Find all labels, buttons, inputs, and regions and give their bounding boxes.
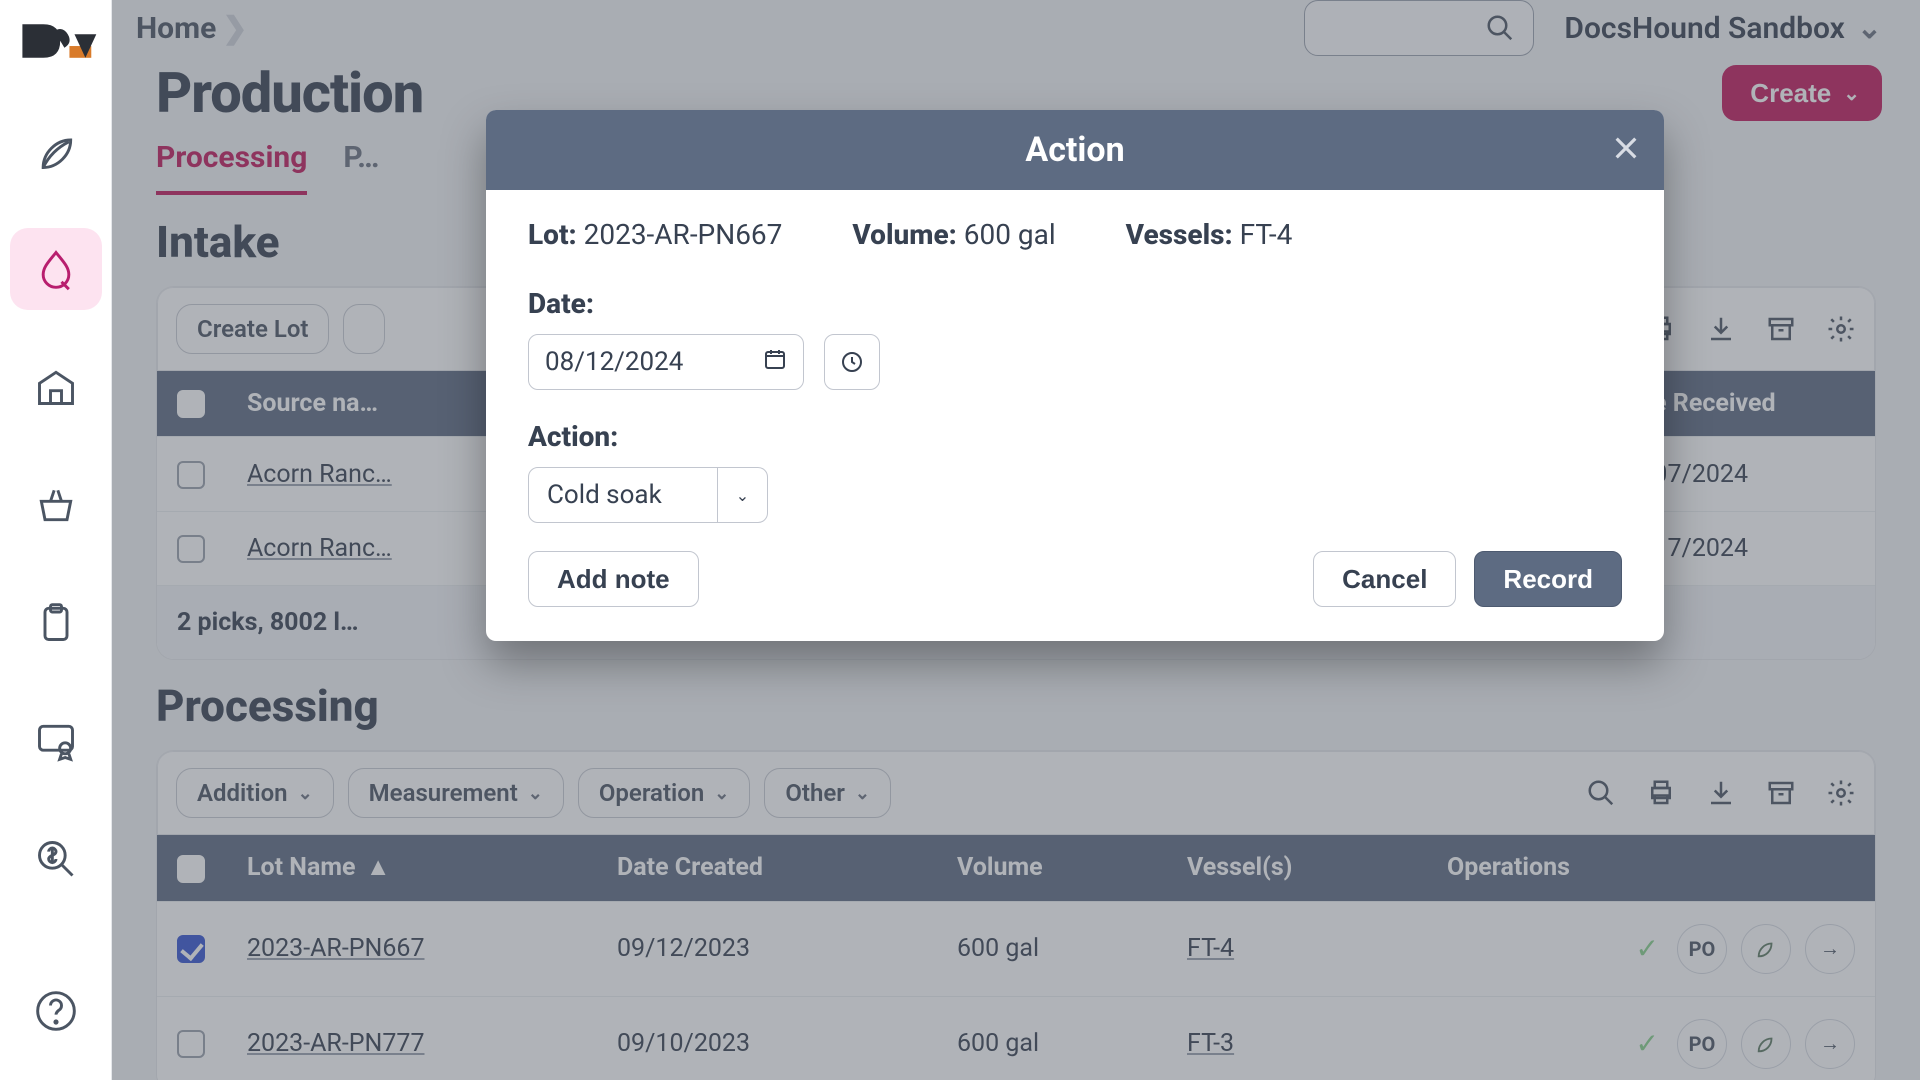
close-button[interactable] (1610, 132, 1642, 168)
calendar-icon (763, 347, 787, 378)
lot-label: Lot: (528, 218, 577, 251)
cancel-button[interactable]: Cancel (1313, 551, 1456, 607)
sidebar (0, 0, 112, 1080)
sidebar-item-leaf[interactable] (10, 110, 102, 192)
vessels-label: Vessels: (1126, 218, 1233, 251)
sidebar-item-warehouse[interactable] (10, 346, 102, 428)
close-icon (1610, 132, 1642, 164)
date-input[interactable]: 08/12/2024 (528, 334, 804, 390)
sidebar-item-basket[interactable] (10, 464, 102, 546)
sidebar-nav (0, 110, 111, 900)
lot-value: 2023-AR-PN667 (584, 218, 783, 251)
date-value: 08/12/2024 (545, 347, 683, 377)
action-select[interactable]: Cold soak ⌄ (528, 467, 768, 523)
modal-title: Action (1025, 130, 1124, 170)
sidebar-item-drop[interactable] (10, 228, 102, 310)
sidebar-item-dollar-search[interactable] (10, 818, 102, 900)
time-button[interactable] (824, 334, 880, 390)
sidebar-item-certificate[interactable] (10, 700, 102, 782)
add-note-button[interactable]: Add note (528, 551, 699, 607)
date-field-label: Date: (528, 287, 1622, 320)
record-button[interactable]: Record (1474, 551, 1622, 607)
modal-meta: Lot: 2023-AR-PN667 Volume: 600 gal Vesse… (528, 218, 1622, 251)
sidebar-item-clipboard[interactable] (10, 582, 102, 664)
app-logo (14, 14, 98, 68)
main: Home ❯ DocsHound Sandbox ⌄ Production Cr… (112, 0, 1920, 1080)
modal-header: Action (486, 110, 1664, 190)
volume-value: 600 gal (964, 218, 1056, 251)
sidebar-item-help[interactable] (10, 970, 102, 1052)
vessels-value: FT-4 (1240, 218, 1293, 251)
action-select-value: Cold soak (529, 480, 717, 510)
clock-icon (840, 350, 864, 374)
action-field-label: Action: (528, 420, 1622, 453)
action-modal: Action Lot: 2023-AR-PN667 Volume: 600 ga… (486, 110, 1664, 641)
chevron-down-icon: ⌄ (717, 468, 767, 522)
volume-label: Volume: (852, 218, 956, 251)
